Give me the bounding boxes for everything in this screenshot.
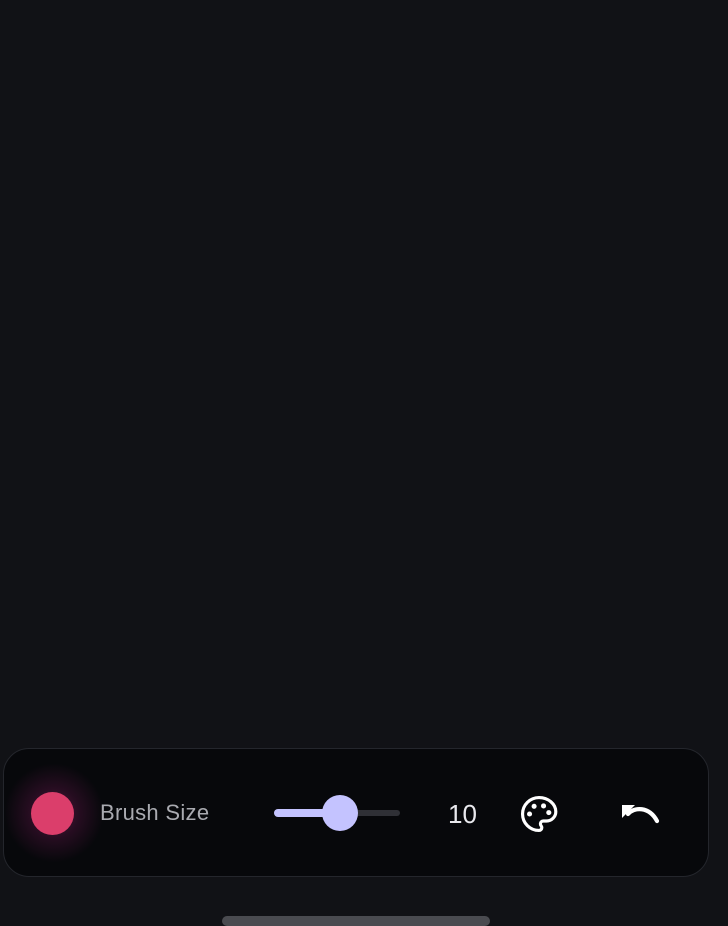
undo-icon [622,805,660,824]
brush-size-slider[interactable] [274,795,402,831]
drawing-app-screen: Brush Size 10 [0,0,728,926]
color-swatch-button[interactable] [31,792,74,835]
undo-button[interactable] [618,797,662,833]
brush-size-label: Brush Size [100,800,210,825]
brush-size-value: 10 [448,799,477,829]
home-indicator [222,916,490,926]
slider-thumb[interactable] [322,795,359,831]
palette-button[interactable] [518,793,560,835]
drawing-canvas[interactable] [0,0,728,740]
brush-toolbar: Brush Size 10 [3,748,709,877]
palette-icon [520,795,558,833]
